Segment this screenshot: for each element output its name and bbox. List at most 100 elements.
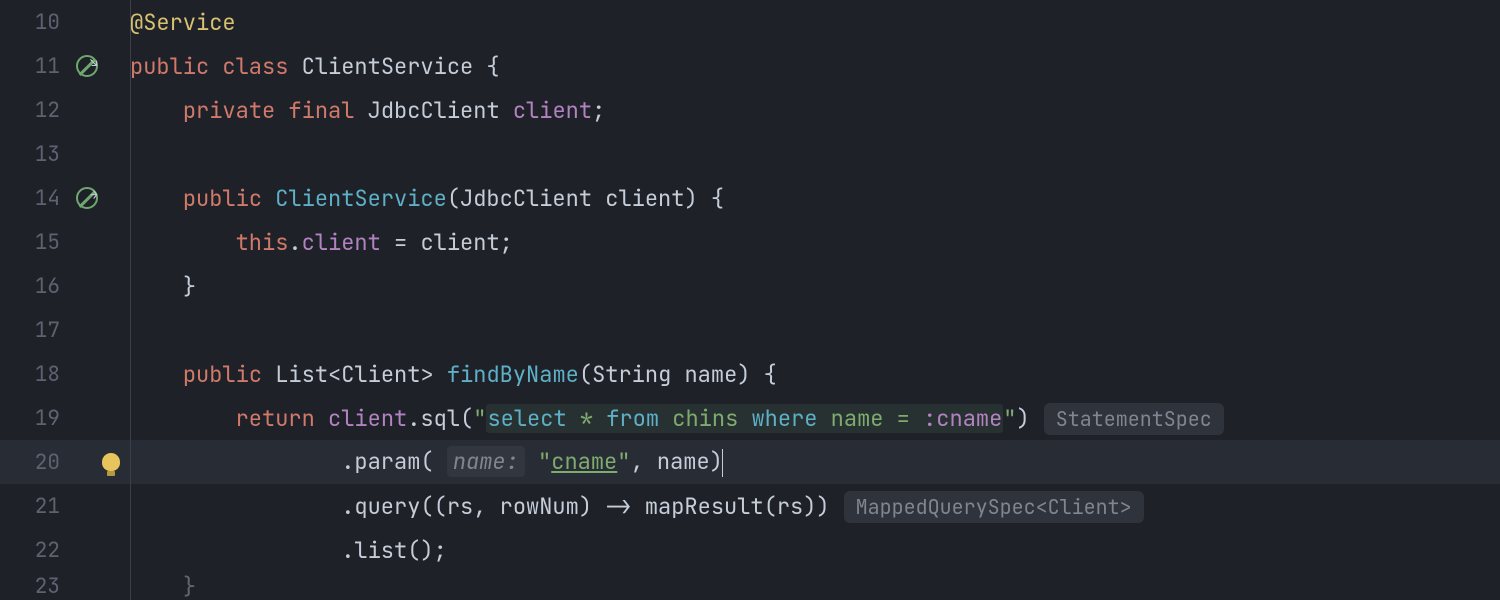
space [434,447,447,476]
space [354,96,367,125]
method-call: list [354,536,407,565]
field: client [302,228,381,257]
space [209,52,222,81]
keyword: final [288,96,354,125]
code-line[interactable]: 13 [0,132,1500,176]
code-line-current[interactable]: 20 .param( name: "cname", name) [0,440,1500,484]
intention-bulb-icon[interactable] [102,453,120,471]
op: = [381,228,421,257]
code-text[interactable]: private final JdbcClient client; [130,96,1500,125]
keyword: public [183,184,262,213]
indent [130,536,341,565]
code-line[interactable]: 22 .list(); [0,528,1500,572]
paren: ( [447,184,460,213]
indent [130,404,236,433]
sql-keyword: select [487,404,566,433]
string-quote: " [538,447,551,476]
brace: { [473,52,499,81]
subclass-arrow-icon: → [90,186,98,203]
field: client [328,404,407,433]
type: List [275,360,328,389]
inlay-hint-type[interactable]: StatementSpec [1044,403,1224,435]
method-name: findByName [447,360,579,389]
indent [130,272,183,301]
code-text[interactable]: public ClientService(JdbcClient client) … [130,184,1500,213]
brace: } [183,272,196,301]
line-number: 16 [0,273,70,300]
line-number: 23 [0,573,70,600]
code-editor[interactable]: 10 @Service 11 ↘ public class ClientServ… [0,0,1500,600]
indent [130,447,341,476]
gutter-icon-slot[interactable]: → [70,187,130,209]
indent [130,572,183,600]
space [315,404,328,433]
line-number: 21 [0,493,70,520]
keyword: class [222,52,288,81]
field: client [513,96,592,125]
line-number: 11 [0,53,70,80]
sql-text: chins [659,404,751,433]
line-number: 18 [0,361,70,388]
code-line[interactable]: 11 ↘ public class ClientService { [0,44,1500,88]
inlay-hint-type[interactable]: MappedQuerySpec<Client> [844,491,1144,523]
args: , name [630,447,709,476]
gutter-icon-slot[interactable]: ↘ [70,55,130,77]
method-call: query [354,492,420,521]
indent [130,360,183,389]
space [275,96,288,125]
class-name: ClientService [302,52,474,81]
code-line[interactable]: 10 @Service [0,0,1500,44]
paren-semi: (); [407,536,447,565]
paren: ( [460,404,473,433]
indent [130,228,236,257]
space [262,360,275,389]
code-line[interactable]: 18 public List<Client> findByName(String… [0,352,1500,396]
code-text[interactable]: .list(); [130,536,1500,565]
method-call: param [354,447,420,476]
code-text[interactable]: } [130,272,1500,301]
line-number: 14 [0,185,70,212]
code-line[interactable]: 23 } [0,572,1500,600]
line-number: 19 [0,405,70,432]
type: Client [341,360,420,389]
space [288,52,301,81]
gutter-icon-slot[interactable] [70,453,130,471]
code-text[interactable]: public class ClientService { [130,52,1500,81]
dot: . [288,228,301,257]
angle: < [328,360,341,389]
code-line[interactable]: 17 [0,308,1500,352]
dot: . [407,404,420,433]
string-quote: " [473,404,486,433]
sql-text: name = [817,404,923,433]
code-text[interactable]: } [130,572,1500,600]
brace: ) { [684,184,724,213]
code-line[interactable]: 12 private final JdbcClient client; [0,88,1500,132]
keyword: private [183,96,275,125]
angle: > [420,360,433,389]
identifier: client [420,228,499,257]
paren: ) [1017,404,1030,433]
code-line[interactable]: 14 → public ClientService(JdbcClient cli… [0,176,1500,220]
semicolon: ; [500,228,513,257]
dot: . [341,536,354,565]
line-number: 15 [0,229,70,256]
line-number: 12 [0,97,70,124]
paren: ( [420,447,433,476]
code-text[interactable]: .query((rs, rowNum) -> mapResult(rs))Map… [130,492,1500,521]
code-line[interactable]: 16 } [0,264,1500,308]
string-quote: " [1003,404,1016,433]
code-text[interactable]: public List<Client> findByName(String na… [130,360,1500,389]
code-line[interactable]: 21 .query((rs, rowNum) -> mapResult(rs))… [0,484,1500,528]
subclass-arrow-icon: ↘ [90,54,98,71]
code-text[interactable]: return client.sql("select * from chins w… [130,404,1500,433]
code-text[interactable]: .param( name: "cname", name) [130,447,1500,477]
line-number: 10 [0,9,70,36]
parameter-hint: name: [447,446,525,477]
string-literal: cname [551,447,617,476]
code-text[interactable]: this.client = client; [130,228,1500,257]
line-number: 13 [0,141,70,168]
sql-param: :cname [923,404,1002,433]
code-text[interactable]: @Service [130,8,1500,37]
code-line[interactable]: 19 return client.sql("select * from chin… [0,396,1500,440]
code-line[interactable]: 15 this.client = client; [0,220,1500,264]
